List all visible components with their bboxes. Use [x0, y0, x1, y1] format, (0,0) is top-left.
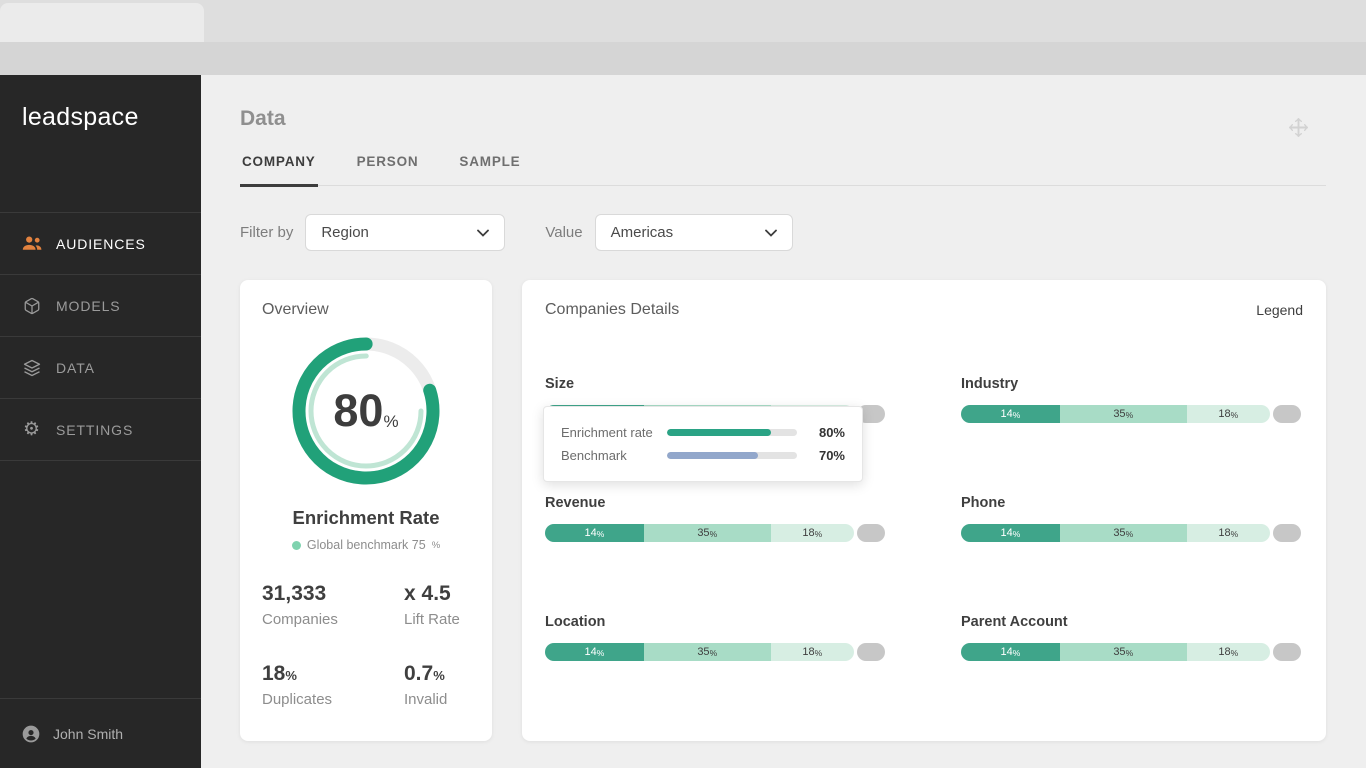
bar-segment-1: 14%: [961, 405, 1060, 423]
sidebar-item-data[interactable]: DATA: [0, 337, 201, 399]
leadspace-logo: leadspace: [0, 75, 201, 213]
metric-bar[interactable]: 14% 35% 18%: [545, 643, 885, 661]
metric-revenue: Revenue 14% 35% 18%: [545, 495, 885, 542]
bar-segment-1: 14%: [545, 643, 644, 661]
sidebar-item-audiences[interactable]: AUDIENCES: [0, 213, 201, 275]
bar-segment-3: 18%: [770, 524, 854, 542]
data-tabs: COMPANY PERSON SAMPLE: [240, 154, 1326, 187]
metric-bar[interactable]: 14% 35% 18%: [545, 524, 885, 542]
user-menu[interactable]: John Smith: [0, 698, 201, 768]
sidebar-item-label: SETTINGS: [56, 421, 134, 438]
stat-invalid: 0.7% Invalid: [404, 662, 448, 708]
page-title: Data: [240, 107, 286, 130]
bar-segment-3: 18%: [1186, 405, 1270, 423]
bar-segment-1: 14%: [961, 643, 1060, 661]
bar-segment-1: 14%: [545, 524, 644, 542]
sidebar: leadspace AUDIENCES MODELS DATA ⚙ SETTIN…: [0, 75, 201, 768]
value-dropdown[interactable]: Americas: [594, 214, 793, 251]
chevron-down-icon: [477, 229, 490, 237]
chevron-down-icon: [764, 229, 777, 237]
bar-segment-2: 35%: [643, 524, 771, 542]
metric-location: Location 14% 35% 18%: [545, 614, 885, 661]
companies-details-card: Companies Details Legend Size 14% 35% 18…: [522, 280, 1326, 741]
filter-by-selected: Region: [321, 224, 369, 241]
bar-segment-empty: [857, 643, 885, 661]
metric-label: Industry: [961, 376, 1019, 392]
overview-stats: 31,333 Companies x 4.5 Lift Rate 18% Dup…: [262, 582, 470, 708]
metric-parent-account: Parent Account 14% 35% 18%: [961, 614, 1301, 661]
sidebar-item-label: DATA: [56, 359, 95, 376]
global-benchmark-note: Global benchmark 75%: [262, 538, 470, 552]
enrichment-rate-title: Enrichment Rate: [292, 507, 440, 528]
main-content: Data COMPANY PERSON SAMPLE Filter by Reg…: [201, 75, 1366, 768]
bar-segment-3: 18%: [1186, 524, 1270, 542]
benchmark-dot-icon: [291, 540, 301, 550]
overview-title: Overview: [262, 301, 329, 318]
tooltip-row-benchmark: Benchmark 70%: [561, 448, 845, 463]
sidebar-nav: AUDIENCES MODELS DATA ⚙ SETTINGS: [0, 213, 201, 461]
value-label: Value: [545, 224, 583, 241]
metric-bar[interactable]: 14% 35% 18%: [961, 405, 1301, 423]
filter-by-label: Filter by: [240, 224, 294, 241]
metric-label: Size: [545, 376, 575, 392]
stat-companies: 31,333 Companies: [262, 582, 338, 628]
metric-label: Phone: [961, 495, 1006, 511]
cube-icon: [21, 297, 43, 315]
metric-phone: Phone 14% 35% 18%: [961, 495, 1301, 542]
crosshair-icon[interactable]: [1286, 115, 1310, 139]
metric-label: Location: [545, 614, 606, 630]
enrichment-donut-chart: 80 %: [291, 336, 441, 486]
bar-segment-1: 14%: [961, 524, 1060, 542]
metric-bar[interactable]: 14% 35% 18%: [961, 524, 1301, 542]
bar-segment-2: 35%: [1059, 405, 1187, 423]
sidebar-item-label: AUDIENCES: [56, 235, 146, 252]
browser-tab[interactable]: [0, 3, 204, 42]
metric-industry: Industry 14% 35% 18%: [961, 376, 1301, 423]
tab-person[interactable]: PERSON: [355, 154, 421, 185]
filter-row: Filter by Region Value Americas: [240, 214, 1326, 251]
metric-bar[interactable]: 14% 35% 18%: [961, 643, 1301, 661]
gear-icon: ⚙: [23, 419, 41, 440]
enrichment-tooltip: Enrichment rate 80% Benchmark 70%: [543, 406, 863, 482]
bar-segment-empty: [1273, 405, 1301, 423]
bar-segment-2: 35%: [643, 643, 771, 661]
tooltip-bar-enrichment: [667, 429, 797, 436]
tooltip-row-enrichment: Enrichment rate 80%: [561, 425, 845, 440]
bar-segment-empty: [1273, 524, 1301, 542]
browser-tabstrip: [0, 0, 1366, 42]
user-name: John Smith: [53, 725, 124, 742]
tooltip-bar-benchmark: [667, 452, 797, 459]
sidebar-item-settings[interactable]: ⚙ SETTINGS: [0, 399, 201, 461]
metric-label: Parent Account: [961, 614, 1068, 630]
tab-company[interactable]: COMPANY: [240, 154, 318, 187]
user-avatar-icon: [20, 724, 42, 744]
people-icon: [21, 236, 43, 251]
overview-card: Overview 80 % Enrichment Rate Global ben…: [240, 280, 492, 741]
value-selected: Americas: [610, 224, 674, 241]
bar-segment-2: 35%: [1059, 524, 1187, 542]
sidebar-item-models[interactable]: MODELS: [0, 275, 201, 337]
companies-details-title: Companies Details: [545, 301, 680, 318]
bar-segment-2: 35%: [1059, 643, 1187, 661]
tab-sample[interactable]: SAMPLE: [457, 154, 522, 185]
stat-lift-rate: x 4.5 Lift Rate: [404, 582, 460, 628]
bar-segment-3: 18%: [770, 643, 854, 661]
bar-segment-empty: [1273, 643, 1301, 661]
bar-segment-3: 18%: [1186, 643, 1270, 661]
browser-chrome: [0, 0, 1366, 75]
stat-duplicates: 18% Duplicates: [262, 662, 333, 708]
legend-button[interactable]: Legend: [1256, 302, 1303, 318]
layers-icon: [21, 359, 43, 377]
metric-label: Revenue: [545, 495, 606, 511]
filter-by-dropdown[interactable]: Region: [305, 214, 506, 251]
donut-value: 80 %: [333, 385, 399, 436]
sidebar-item-label: MODELS: [56, 297, 121, 314]
bar-segment-empty: [857, 524, 885, 542]
